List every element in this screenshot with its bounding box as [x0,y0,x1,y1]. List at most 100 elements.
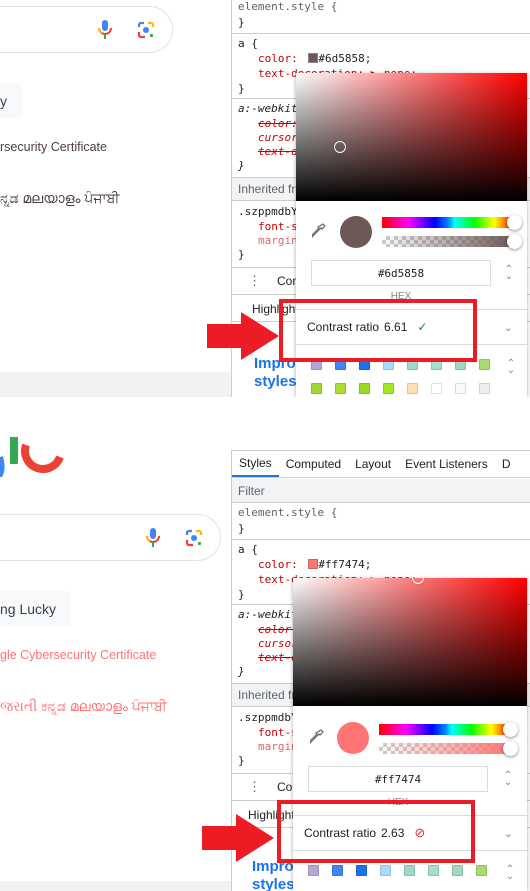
class-selector[interactable]: .szppmdbY [238,711,298,724]
palette-swatch[interactable] [359,383,370,394]
palette-swatch[interactable] [428,865,439,876]
hue-slider-knob[interactable] [503,722,518,737]
improve-line-2: styles [252,876,295,891]
palette-swatch[interactable] [407,383,418,394]
palette-swatch[interactable] [404,865,415,876]
expand-chevron-icon[interactable]: ⌄ [504,321,513,334]
webkit-text-decoration-prop[interactable]: text-d [258,651,298,664]
webkit-text-decoration-prop[interactable]: text-d [258,145,298,158]
filter-input[interactable]: Filter [232,479,530,503]
palette-swatch[interactable] [308,865,319,876]
webkit-color-prop[interactable]: color: [258,117,298,130]
palette-swatch[interactable] [452,865,463,876]
feeling-lucky-button[interactable]: ng Lucky [0,591,71,626]
eyedropper-icon[interactable] [309,729,324,750]
palette-swatch[interactable] [380,865,391,876]
annotation-highlight-box [277,800,475,863]
more-options-icon[interactable]: ⋮ [248,779,261,795]
hue-slider[interactable] [379,724,511,735]
font-size-prop[interactable]: font-s [258,726,298,739]
webkit-cursor-prop[interactable]: cursor [258,637,298,650]
alpha-slider[interactable] [379,743,511,754]
palette-swatch[interactable] [311,383,322,394]
brace: } [238,248,245,261]
tab-layout[interactable]: Layout [348,451,398,477]
google-page: ng Lucky gle Cybersecurity Certificate જ… [0,397,231,891]
button-label: y [0,92,7,109]
expand-chevron-icon[interactable]: ⌄ [504,827,513,840]
color-swatch[interactable] [308,53,319,63]
tab-styles[interactable]: Styles [232,451,279,477]
google-page: y rsecurity Certificate ನ್ನಡ മലയാളം ਪੰਜਾ… [0,0,231,397]
eyedropper-icon[interactable] [311,223,326,244]
format-toggle-icon[interactable]: ⌃ ⌄ [503,771,513,788]
tab-computed[interactable]: Computed [279,451,348,477]
microphone-icon[interactable] [145,527,161,554]
palette-toggle-icon[interactable]: ⌃ ⌄ [506,359,516,376]
google-lens-icon[interactable] [184,528,204,553]
color-property[interactable]: color: #6d5858; [258,52,371,65]
certificate-link[interactable]: rsecurity Certificate [0,140,107,154]
language-links[interactable]: ನ್ನಡ മലയാളം ਪੰਜਾਬੀ [0,190,120,207]
inherited-label: Inherited fr [238,688,296,702]
color-value[interactable]: #6d5858; [318,52,371,65]
palette-toggle-icon[interactable]: ⌃ ⌄ [505,865,515,882]
hex-input[interactable]: #ff7474 [308,766,488,792]
microphone-icon[interactable] [97,19,113,46]
webkit-selector[interactable]: a:-webkit [238,102,298,115]
palette-swatch[interactable] [335,383,346,394]
tab-event-listeners[interactable]: Event Listeners [398,451,495,477]
tab-dom-breakpoints[interactable]: D [495,451,518,477]
divider [232,33,530,34]
annotation-arrow-icon [207,312,279,360]
palette-swatch[interactable] [479,359,490,370]
palette-swatch[interactable] [455,383,466,394]
alpha-slider[interactable] [382,236,514,247]
palette-swatch[interactable] [431,383,442,394]
saturation-value-area[interactable] [296,73,527,201]
palette-swatch[interactable] [479,383,490,394]
element-style-selector[interactable]: element.style { [238,506,337,519]
alpha-slider-knob[interactable] [507,234,522,249]
certificate-link[interactable]: gle Cybersecurity Certificate [0,648,156,662]
webkit-selector[interactable]: a:-webkit [238,608,298,621]
bottom-screenshot: ng Lucky gle Cybersecurity Certificate જ… [0,397,530,891]
palette-swatch[interactable] [476,865,487,876]
webkit-color-prop[interactable]: color: [258,623,298,636]
element-style-selector[interactable]: element.style { [238,0,337,13]
palette-swatch[interactable] [383,383,394,394]
search-bar[interactable] [0,514,221,561]
rule-a-selector[interactable]: a { [238,543,258,556]
color-value[interactable]: #ff7474; [318,558,371,571]
more-options-icon[interactable]: ⋮ [248,273,261,289]
footer-strip [0,372,231,397]
hue-slider-knob[interactable] [507,215,522,230]
rule-a-selector[interactable]: a { [238,37,258,50]
current-color-swatch [340,216,372,248]
google-logo [0,437,64,477]
margin-prop[interactable]: margin [258,234,298,247]
sv-handle[interactable] [334,141,346,153]
feeling-lucky-button[interactable]: y [0,83,22,118]
google-lens-icon[interactable] [136,20,156,45]
format-toggle-icon[interactable]: ⌃ ⌄ [504,265,514,282]
margin-prop[interactable]: margin [258,740,298,753]
language-links[interactable]: જરાતી ಕನ್ನಡ മലയാളം ਪੰਜਾਬੀ [0,698,167,715]
color-swatch[interactable] [308,559,319,569]
webkit-cursor-prop[interactable]: cursor [258,131,298,144]
search-bar[interactable] [0,6,173,53]
palette-swatch[interactable] [332,865,343,876]
font-size-prop[interactable]: font-s [258,220,298,233]
top-screenshot: y rsecurity Certificate ನ್ನಡ മലയാളം ਪੰਜਾ… [0,0,530,397]
hex-input[interactable]: #6d5858 [311,260,491,286]
alpha-slider-knob[interactable] [503,741,518,756]
class-selector[interactable]: .szppmdbY [238,205,298,218]
saturation-value-area[interactable] [293,578,527,706]
palette-swatch[interactable] [356,865,367,876]
hue-slider[interactable] [382,217,514,228]
annotation-arrow-icon [202,814,274,862]
color-prop-name: color: [258,558,298,571]
filter-placeholder: Filter [238,483,265,498]
devtools-tabs: Styles Computed Layout Event Listeners D [232,451,530,478]
color-property[interactable]: color: #ff7474; [258,558,371,571]
